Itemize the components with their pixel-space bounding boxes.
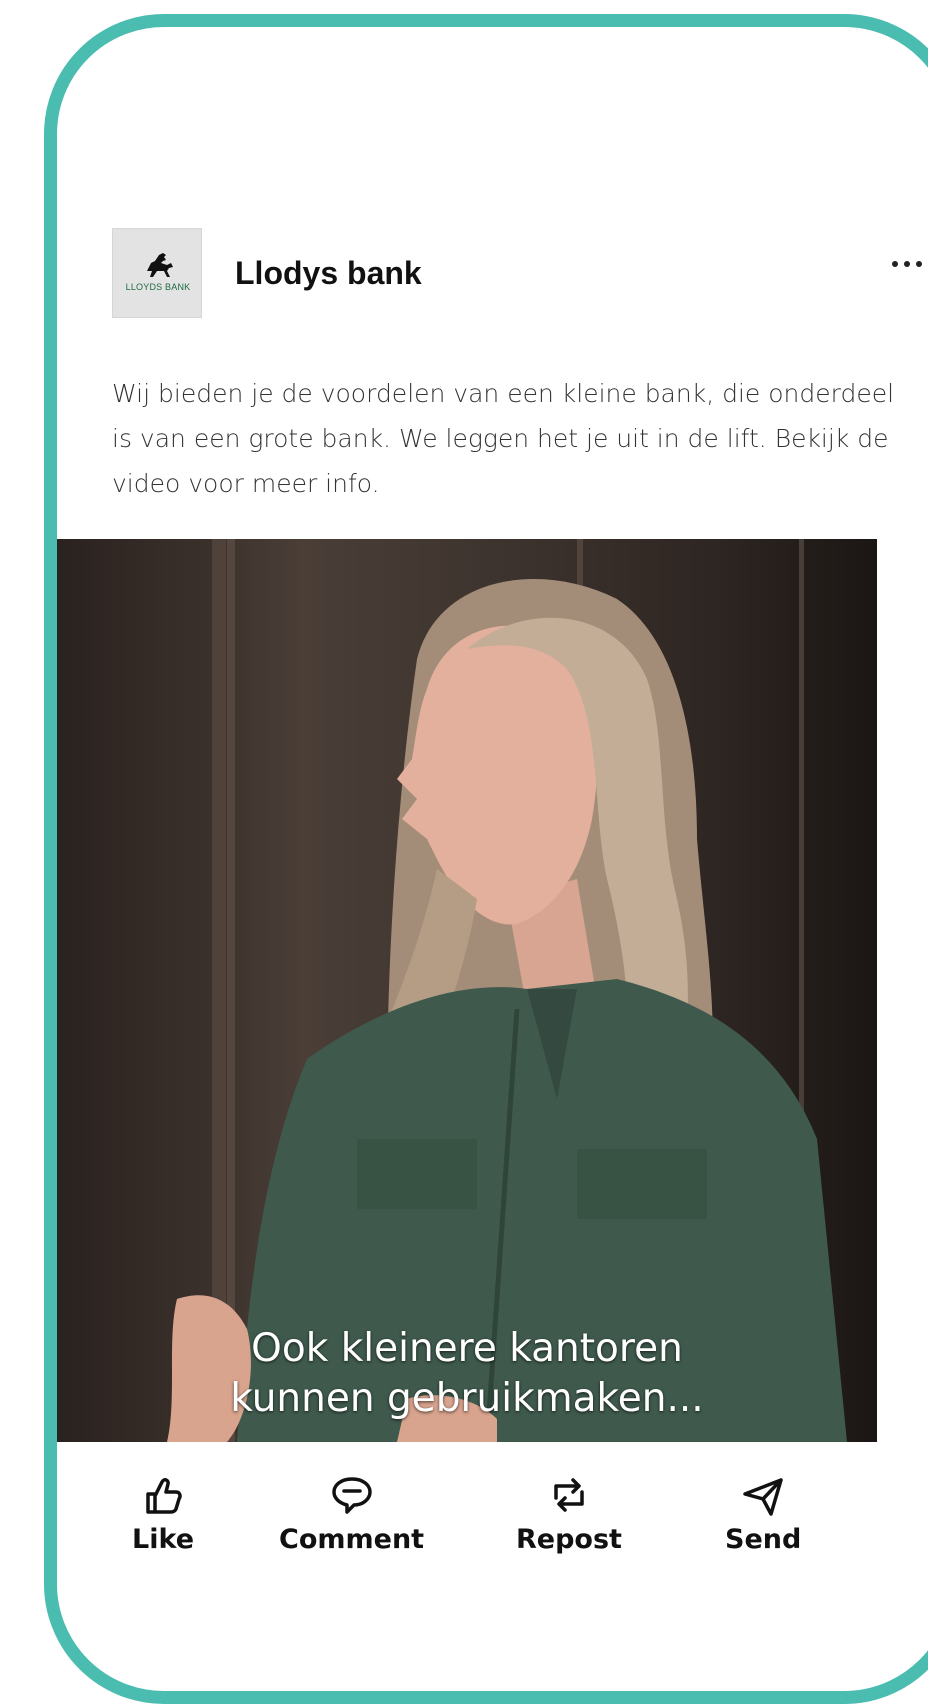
like-button[interactable]: Like — [132, 1472, 194, 1555]
repost-label: Repost — [516, 1524, 622, 1555]
more-options-button[interactable] — [885, 250, 928, 278]
send-label: Send — [725, 1524, 802, 1555]
comment-button[interactable]: Comment — [279, 1472, 424, 1555]
video-frame-illustration — [167, 539, 847, 1442]
post-caption: Wij bieden je de voordelen van een klein… — [112, 379, 895, 498]
paper-plane-icon — [743, 1478, 783, 1516]
video-subtitle-line2: kunnen gebruikmaken... — [230, 1376, 704, 1421]
repost-button[interactable]: Repost — [516, 1472, 622, 1555]
repost-arrows-icon — [554, 1478, 584, 1512]
video-subtitle: Ook kleinere kantoren kunnen gebruikmake… — [57, 1324, 877, 1424]
more-horizontal-icon — [892, 261, 898, 267]
avatar[interactable]: LLOYDS BANK — [112, 228, 202, 318]
avatar-logo-text: LLOYDS BANK — [125, 282, 191, 292]
more-horizontal-icon-dot — [904, 261, 910, 267]
thumbs-up-icon — [146, 1478, 182, 1514]
account-name[interactable]: Llodys bank — [235, 255, 422, 292]
video-subtitle-line1: Ook kleinere kantoren — [251, 1326, 683, 1371]
send-button[interactable]: Send — [725, 1472, 801, 1555]
black-horse-icon — [147, 253, 173, 277]
video-player[interactable]: Ook kleinere kantoren kunnen gebruikmake… — [57, 539, 877, 1442]
post-header: LLOYDS BANK Llodys bank — [112, 228, 928, 320]
post-actions-bar: Like Comment Repost Send — [57, 1472, 877, 1602]
phone-frame: LLOYDS BANK Llodys bank Wij bieden je de… — [44, 14, 928, 1704]
like-label: Like — [132, 1524, 195, 1555]
comment-label: Comment — [279, 1524, 425, 1555]
speech-bubble-icon — [331, 1477, 372, 1514]
more-horizontal-icon-dot — [916, 261, 922, 267]
